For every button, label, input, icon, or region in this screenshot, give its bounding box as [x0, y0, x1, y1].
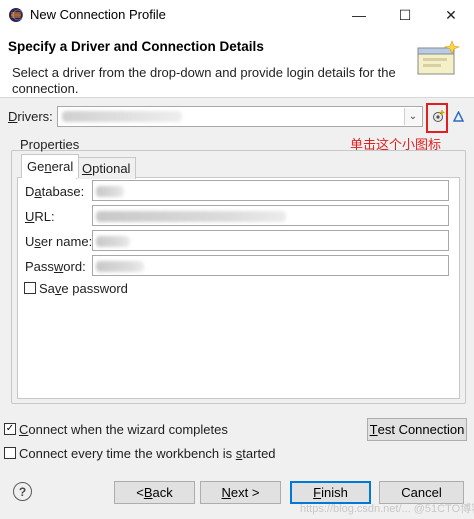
chevron-down-icon[interactable]: ⌄	[404, 108, 421, 125]
drivers-label: Drivers:	[8, 109, 53, 124]
blurred-url-value	[96, 211, 286, 222]
blurred-password-value	[96, 261, 144, 272]
checkmark-icon: ✓	[5, 423, 15, 434]
connect-on-complete-checkbox[interactable]: ✓	[4, 423, 16, 435]
close-button[interactable]: ✕	[428, 0, 474, 30]
test-connection-button[interactable]: Test Connection	[367, 418, 467, 441]
drivers-dropdown[interactable]: ⌄	[57, 106, 423, 127]
properties-label: Properties	[20, 137, 80, 152]
title-bar: New Connection Profile — ☐ ✕	[0, 0, 474, 30]
connect-every-time-checkbox[interactable]	[4, 447, 16, 459]
minimize-button[interactable]: —	[336, 0, 382, 30]
back-button[interactable]: < Back	[114, 481, 195, 504]
help-icon[interactable]: ?	[13, 482, 32, 501]
watermark: https://blog.csdn.net/... @51CTO博客	[300, 503, 474, 515]
annotation-highlight-box	[426, 103, 448, 133]
connect-on-complete-label[interactable]: Connect when the wizard completes	[19, 422, 228, 437]
tab-optional[interactable]: Optional	[76, 157, 137, 179]
next-button[interactable]: Next >	[200, 481, 281, 504]
password-label: Password:	[25, 259, 86, 274]
connect-every-time-label[interactable]: Connect every time the workbench is star…	[19, 446, 276, 461]
url-label: URL:	[25, 209, 55, 224]
database-label: Database:	[25, 184, 85, 199]
url-field[interactable]	[92, 205, 449, 226]
minimize-icon: —	[352, 7, 366, 23]
database-field[interactable]	[92, 180, 449, 201]
maximize-button[interactable]: ☐	[382, 0, 428, 30]
password-field[interactable]	[92, 255, 449, 276]
blurred-driver-name	[62, 111, 182, 122]
page-description: Select a driver from the drop-down and p…	[12, 65, 396, 96]
user-name-field[interactable]	[92, 230, 449, 251]
edit-driver-delta-icon[interactable]	[451, 107, 465, 125]
eclipse-app-icon	[9, 8, 24, 22]
maximize-icon: ☐	[398, 6, 412, 23]
user-name-label: User name:	[25, 234, 93, 249]
blurred-database-value	[96, 186, 124, 197]
save-password-checkbox[interactable]	[24, 282, 36, 294]
page-title: Specify a Driver and Connection Details	[8, 39, 264, 54]
wizard-header: Specify a Driver and Connection Details …	[0, 30, 474, 98]
window-title: New Connection Profile	[30, 7, 166, 22]
wizard-banner-icon	[417, 40, 461, 75]
tab-general[interactable]: Ge n eral	[21, 154, 80, 178]
blurred-user-name-value	[96, 236, 130, 247]
close-icon: ✕	[445, 6, 457, 23]
save-password-label[interactable]: Save password	[39, 281, 128, 296]
